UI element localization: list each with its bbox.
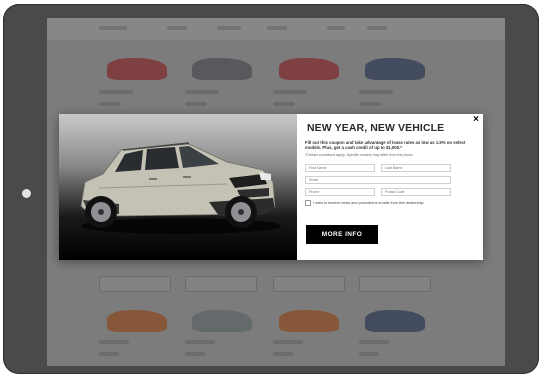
newsletter-checkbox[interactable] — [305, 200, 311, 206]
promo-fine-print: *Certain conditions apply. Specific mode… — [305, 153, 414, 157]
home-button[interactable] — [22, 189, 31, 198]
first-name-field[interactable] — [305, 164, 375, 172]
vehicle-photo — [59, 114, 297, 260]
phone-field[interactable] — [305, 188, 375, 196]
promo-modal: × NEW YEAR, NEW VEHICLE Fill out this co… — [59, 114, 483, 260]
promo-form-panel: × NEW YEAR, NEW VEHICLE Fill out this co… — [297, 114, 483, 260]
promo-description: Fill out this coupon and take advantage … — [305, 140, 466, 150]
suv-illustration — [80, 142, 281, 234]
newsletter-consent: I wish to receive news and promotions em… — [305, 200, 425, 206]
close-icon[interactable]: × — [473, 115, 479, 125]
more-info-button[interactable]: MORE INFO — [306, 225, 378, 244]
last-name-field[interactable] — [381, 164, 451, 172]
newsletter-checkbox-label: I wish to receive news and promotions em… — [313, 201, 425, 205]
email-field[interactable] — [305, 176, 451, 184]
postal-code-field[interactable] — [381, 188, 451, 196]
promo-title: NEW YEAR, NEW VEHICLE — [307, 122, 445, 134]
